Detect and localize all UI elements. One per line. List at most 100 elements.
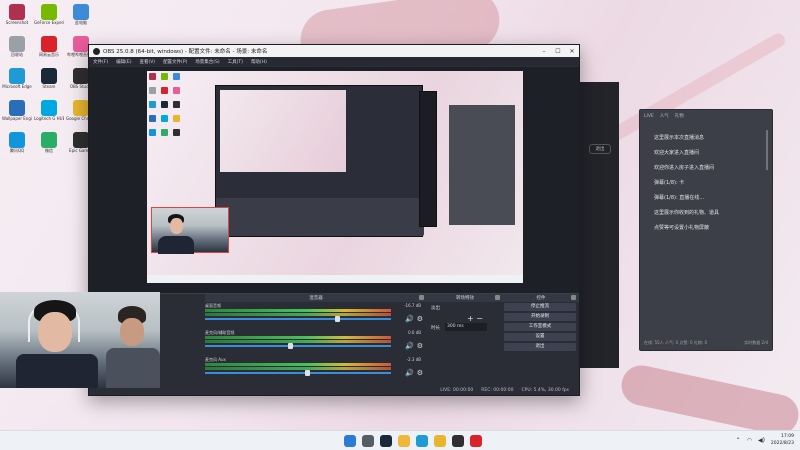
menu-item[interactable]: 编辑(E) <box>116 59 131 65</box>
volume-meter <box>205 340 391 343</box>
chat-header-item[interactable]: LIVE <box>644 114 654 119</box>
desktop-icon[interactable]: 此电脑 <box>66 4 96 25</box>
volume-slider-knob[interactable] <box>304 370 310 376</box>
wifi-icon[interactable]: ◠ <box>747 437 752 444</box>
control-button[interactable]: 退出 <box>504 343 576 351</box>
obs-logo-icon <box>93 47 100 55</box>
desktop-icon-label: 腾讯QQ <box>9 148 25 153</box>
volume-slider-knob[interactable] <box>288 343 294 349</box>
file-explorer-icon[interactable] <box>398 435 410 447</box>
menu-item[interactable]: 帮助(H) <box>251 59 267 65</box>
volume-icon[interactable]: ◀) <box>758 437 765 444</box>
chat-message: 弹幕(1/8): 直播在线... <box>654 195 704 201</box>
menu-item[interactable]: 场景集合(S) <box>195 59 219 65</box>
transition-type[interactable]: 淡出 <box>431 305 440 311</box>
obs-status-bar: LIVE: 00:00:00 REC: 00:00:00 CPU: 5.4%, … <box>89 385 579 395</box>
chat-scrollbar[interactable] <box>766 130 768 170</box>
volume-slider[interactable] <box>205 316 391 322</box>
control-button[interactable]: 开始录制 <box>504 313 576 321</box>
clock[interactable]: 17:09 2022/8/23 <box>771 433 794 447</box>
app-icon <box>73 4 89 20</box>
netease-music-icon[interactable] <box>470 435 482 447</box>
desktop-icon-label: Steam <box>42 84 56 89</box>
desktop-icon[interactable]: 网易云音乐 <box>34 36 64 57</box>
gear-icon[interactable] <box>419 295 424 300</box>
mixer-channel: 麦克风/辅助音频 0.0 dB 🔊 ⚙ <box>205 330 427 354</box>
speaker-icon[interactable]: 🔊 <box>405 369 414 377</box>
gear-icon[interactable] <box>571 295 576 300</box>
mixer-header: 混音器 <box>205 294 427 302</box>
wallpaper-decoration <box>617 361 800 439</box>
desktop-icon[interactable]: Screenshot <box>2 4 32 25</box>
app-icon <box>41 100 57 116</box>
nested-desktop-icon <box>161 87 168 94</box>
desktop-icon-label: 此电脑 <box>75 20 87 25</box>
desktop-icon[interactable]: GeForce Experience <box>34 4 64 25</box>
app-icon <box>41 132 57 148</box>
speaker-icon[interactable]: 🔊 <box>405 342 414 350</box>
speaker-icon[interactable]: 🔊 <box>405 315 414 323</box>
edge-icon[interactable] <box>416 435 428 447</box>
mixer-channel: 麦克风 Aux -2.3 dB 🔊 ⚙ <box>205 357 427 381</box>
volume-slider[interactable] <box>205 370 391 376</box>
gear-icon[interactable]: ⚙ <box>417 315 423 323</box>
menu-item[interactable]: 查看(V) <box>139 59 155 65</box>
chat-footer: 在线: 55人 人气: 0 点赞: 0 礼物: 0 实时数据 2/4 <box>644 340 768 346</box>
taskbar-apps <box>344 435 482 447</box>
volume-slider-knob[interactable] <box>335 316 341 322</box>
nested-desktop-icon <box>161 101 168 108</box>
windows-start-icon[interactable] <box>344 435 356 447</box>
chrome-icon[interactable] <box>434 435 446 447</box>
desktop-icon[interactable]: 腾讯QQ <box>2 132 32 153</box>
desktop-icon-label: 网易云音乐 <box>39 52 59 57</box>
obs-title-bar: OBS 25.0.8 (64-bit, windows) - 配置文件: 未命名… <box>89 45 579 57</box>
menu-item[interactable]: 工具(T) <box>228 59 243 65</box>
desktop-icon[interactable]: Microsoft Edge <box>2 68 32 89</box>
chat-message: 这里展示你收到的礼物、道具 <box>654 210 720 216</box>
live-chat-window: LIVE 人气 礼物 这里展示本次直播消息 欢迎大家进入直播间 欢迎你进入房子进入直播间… <box>639 109 773 351</box>
close-icon[interactable]: ✕ <box>565 45 579 57</box>
obs-icon[interactable] <box>452 435 464 447</box>
gear-icon[interactable]: ⚙ <box>417 369 423 377</box>
desktop-icon[interactable]: Wallpaper Engine <box>2 100 32 121</box>
minimize-icon[interactable]: – <box>537 45 551 57</box>
nested-desktop-icon <box>161 115 168 122</box>
chat-header-item[interactable]: 礼物 <box>675 113 684 119</box>
mixer-title: 混音器 <box>309 296 323 301</box>
desktop-icon[interactable]: 回收站 <box>2 36 32 57</box>
desktop-icon-label: Logitech G HUB <box>34 116 64 121</box>
nested-desktop-icon <box>149 87 156 94</box>
maximize-icon[interactable]: ☐ <box>551 45 565 57</box>
menu-item[interactable]: 文件(F) <box>93 59 108 65</box>
chat-header-item[interactable]: 人气 <box>660 113 669 119</box>
preview-canvas[interactable] <box>147 71 523 283</box>
desktop-icon[interactable]: Logitech G HUB <box>34 100 64 121</box>
control-button[interactable]: 停止推流 <box>504 303 576 311</box>
desktop-icon-label: Screenshot <box>5 20 29 25</box>
nested-desktop-icon <box>161 73 168 80</box>
streamer-video <box>0 292 160 388</box>
gear-icon[interactable] <box>495 295 500 300</box>
nested-taskbar <box>147 275 523 283</box>
steam-icon[interactable] <box>380 435 392 447</box>
nested-desktop-icon <box>149 73 156 80</box>
desktop-icon-label: Wallpaper Engine <box>2 116 32 121</box>
controls-title: 控件 <box>536 296 546 301</box>
search-icon[interactable] <box>362 435 374 447</box>
nested-dock <box>216 198 424 236</box>
duration-input[interactable]: 300 ms <box>445 323 487 331</box>
chat-message: 弹幕(1/8): 卡 <box>654 180 685 186</box>
volume-slider[interactable] <box>205 343 391 349</box>
chevron-up-icon[interactable]: ⌃ <box>736 437 741 444</box>
control-button[interactable]: 设置 <box>504 333 576 341</box>
desktop-icon[interactable]: 微信 <box>34 132 64 153</box>
exit-button[interactable]: 退出 <box>589 144 611 154</box>
menu-item[interactable]: 配置文件(P) <box>163 59 187 65</box>
desktop-icon-label: 回收站 <box>11 52 23 57</box>
chat-header: LIVE 人气 礼物 <box>640 110 772 122</box>
nested-desktop-icon <box>173 87 180 94</box>
control-button[interactable]: 工作室模式 <box>504 323 576 331</box>
desktop-icon[interactable]: Steam <box>34 68 64 89</box>
add-transition-icon[interactable]: + − <box>467 314 483 323</box>
gear-icon[interactable]: ⚙ <box>417 342 423 350</box>
